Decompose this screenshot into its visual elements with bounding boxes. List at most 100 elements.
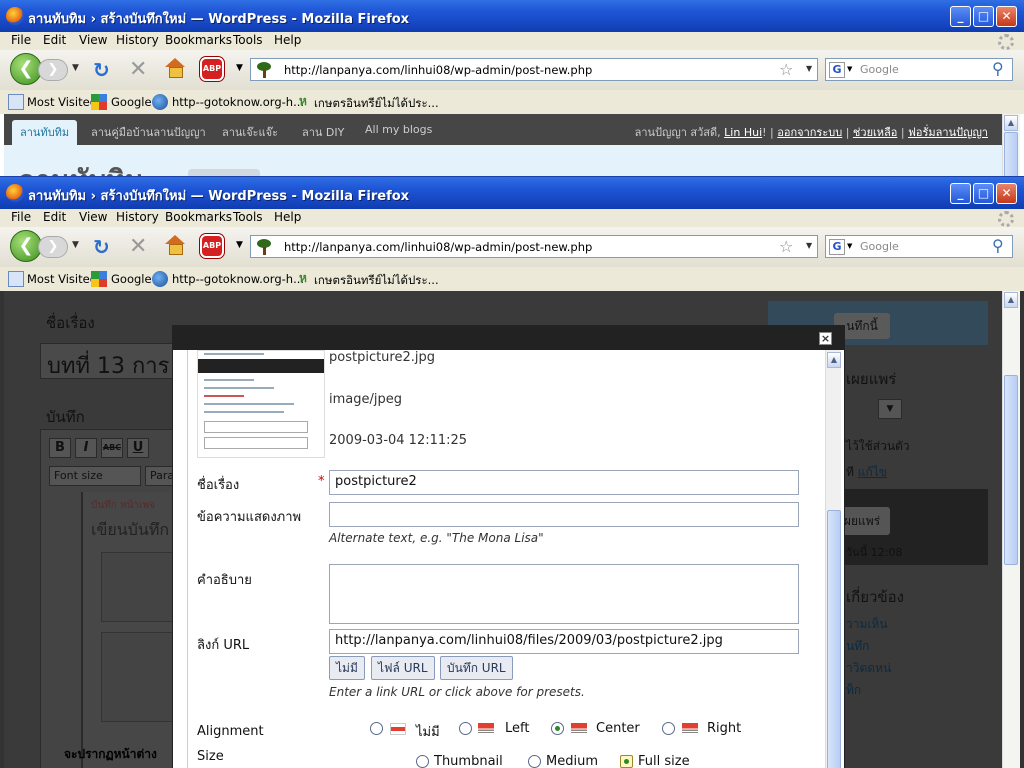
title-bar[interactable]: ลานทับทิม › สร้างบันทึกใหม่ — WordPress … xyxy=(0,0,1024,32)
blog-link-4[interactable]: All my blogs xyxy=(365,123,432,136)
title-bar[interactable]: ลานทับทิม › สร้างบันทึกใหม่ — WordPress … xyxy=(0,177,1024,209)
maximize-button[interactable]: □ xyxy=(973,6,994,27)
stop-icon[interactable]: ✕ xyxy=(129,57,147,82)
link-post-url-button[interactable]: บันทึก URL xyxy=(440,656,513,680)
blog-tab-active[interactable]: ลานทับทิม xyxy=(12,120,78,145)
bookmark-star-icon[interactable]: ☆ xyxy=(779,60,793,79)
dialog-scrollbar[interactable]: ▲ xyxy=(825,350,841,768)
maximize-button[interactable]: □ xyxy=(973,183,994,204)
scroll-thumb[interactable] xyxy=(1004,132,1018,180)
bookmark-google[interactable]: Google xyxy=(111,272,152,286)
bookmark-organic[interactable]: เกษตรอินทรีย์ไม่ได้ประ... xyxy=(314,272,439,290)
menu-history[interactable]: History xyxy=(116,33,159,47)
size-medium-label[interactable]: Medium xyxy=(546,754,598,768)
scroll-up-icon[interactable]: ▲ xyxy=(1004,115,1018,131)
logout-link[interactable]: ออกจากระบบ xyxy=(777,126,842,139)
page-scrollbar[interactable]: ▲ xyxy=(1002,114,1020,180)
description-textarea[interactable] xyxy=(329,564,799,624)
adblock-plus-icon[interactable]: ABP xyxy=(200,234,224,258)
align-none-radio[interactable] xyxy=(370,722,383,735)
menu-tools[interactable]: Tools xyxy=(233,33,263,47)
google-engine-icon[interactable]: G xyxy=(829,239,845,255)
menu-file[interactable]: File xyxy=(11,210,31,224)
minimize-button[interactable]: _ xyxy=(950,6,971,27)
search-box[interactable]: G ▼ Google ⚲ xyxy=(825,235,1013,258)
link-none-button[interactable]: ไม่มี xyxy=(329,656,365,680)
home-icon[interactable] xyxy=(165,235,185,255)
bookmark-gotoknow[interactable]: http--gotoknow.org-h... xyxy=(172,272,304,286)
scroll-up-icon[interactable]: ▲ xyxy=(827,352,841,368)
user-link[interactable]: Lin Hui xyxy=(724,126,762,139)
align-right-label[interactable]: Right xyxy=(707,721,741,736)
menu-edit[interactable]: Edit xyxy=(43,210,66,224)
menu-file[interactable]: File xyxy=(11,33,31,47)
close-button[interactable]: ✕ xyxy=(996,183,1017,204)
size-full-radio[interactable] xyxy=(620,755,633,768)
menu-bookmarks[interactable]: Bookmarks xyxy=(165,210,232,224)
search-icon[interactable]: ⚲ xyxy=(992,59,1004,78)
menu-view[interactable]: View xyxy=(79,33,107,47)
align-right-radio[interactable] xyxy=(662,722,675,735)
menu-history[interactable]: History xyxy=(116,210,159,224)
url-bar[interactable]: http://lanpanya.com/linhui08/wp-admin/po… xyxy=(250,58,818,81)
forum-link[interactable]: ฟอรั่มลานปัญญา xyxy=(908,126,988,139)
link-url-input[interactable]: http://lanpanya.com/linhui08/files/2009/… xyxy=(329,629,799,654)
adblock-plus-icon[interactable]: ABP xyxy=(200,57,224,81)
scroll-thumb[interactable] xyxy=(827,510,841,768)
reload-icon[interactable]: ↻ xyxy=(93,235,110,259)
google-engine-icon[interactable]: G xyxy=(829,62,845,78)
menu-edit[interactable]: Edit xyxy=(43,33,66,47)
scroll-thumb[interactable] xyxy=(1004,375,1018,565)
size-full-label[interactable]: Full size xyxy=(638,754,690,768)
engine-dropdown-icon[interactable]: ▼ xyxy=(847,242,852,250)
menu-help[interactable]: Help xyxy=(274,210,301,224)
adblock-dropdown-icon[interactable]: ▼ xyxy=(236,63,243,73)
size-medium-radio[interactable] xyxy=(528,755,541,768)
size-thumbnail-radio[interactable] xyxy=(416,755,429,768)
menu-view[interactable]: View xyxy=(79,210,107,224)
bookmark-most-visited[interactable]: Most Visited xyxy=(27,95,97,109)
blog-link-1[interactable]: ลานคู่มือบ้านลานปัญญา xyxy=(91,123,206,141)
title-input[interactable]: postpicture2 xyxy=(329,470,799,495)
align-center-radio[interactable] xyxy=(551,722,564,735)
align-none-label[interactable]: ไม่มี xyxy=(416,721,440,742)
link-file-url-button[interactable]: ไฟล์ URL xyxy=(371,656,435,680)
help-link[interactable]: ช่วยเหลือ xyxy=(853,126,897,139)
align-left-radio[interactable] xyxy=(459,722,472,735)
forward-button[interactable]: ❯ xyxy=(38,236,68,258)
url-dropdown-icon[interactable]: ▼ xyxy=(806,241,812,250)
alt-text-input[interactable] xyxy=(329,502,799,527)
adblock-dropdown-icon[interactable]: ▼ xyxy=(236,240,243,250)
close-icon[interactable]: × xyxy=(819,332,832,345)
url-bar[interactable]: http://lanpanya.com/linhui08/wp-admin/po… xyxy=(250,235,818,258)
menu-tools[interactable]: Tools xyxy=(233,210,263,224)
close-button[interactable]: ✕ xyxy=(996,6,1017,27)
history-dropdown-icon[interactable]: ▼ xyxy=(72,63,79,73)
strike-button: ABC xyxy=(101,438,123,458)
menu-bookmarks[interactable]: Bookmarks xyxy=(165,33,232,47)
search-box[interactable]: G ▼ Google ⚲ xyxy=(825,58,1013,81)
page-scrollbar[interactable]: ▲ xyxy=(1002,291,1020,768)
browser-window-back: ลานทับทิม › สร้างบันทึกใหม่ — WordPress … xyxy=(0,0,1024,180)
bookmark-most-visited[interactable]: Most Visited xyxy=(27,272,97,286)
size-thumbnail-label[interactable]: Thumbnail xyxy=(434,754,503,768)
align-left-label[interactable]: Left xyxy=(505,721,529,736)
forward-button[interactable]: ❯ xyxy=(38,59,68,81)
bookmark-gotoknow[interactable]: http--gotoknow.org-h... xyxy=(172,95,304,109)
align-center-label[interactable]: Center xyxy=(596,721,640,736)
url-dropdown-icon[interactable]: ▼ xyxy=(806,64,812,73)
search-icon[interactable]: ⚲ xyxy=(992,236,1004,255)
blog-link-2[interactable]: ลานเจ๊ะแจ๊ะ xyxy=(222,123,278,141)
engine-dropdown-icon[interactable]: ▼ xyxy=(847,65,852,73)
stop-icon[interactable]: ✕ xyxy=(129,234,147,259)
menu-help[interactable]: Help xyxy=(274,33,301,47)
bookmark-organic[interactable]: เกษตรอินทรีย์ไม่ได้ประ... xyxy=(314,95,439,113)
home-icon[interactable] xyxy=(165,58,185,78)
bookmark-google[interactable]: Google xyxy=(111,95,152,109)
bookmark-star-icon[interactable]: ☆ xyxy=(779,237,793,256)
minimize-button[interactable]: _ xyxy=(950,183,971,204)
scroll-up-icon[interactable]: ▲ xyxy=(1004,292,1018,308)
reload-icon[interactable]: ↻ xyxy=(93,58,110,82)
history-dropdown-icon[interactable]: ▼ xyxy=(72,240,79,250)
blog-link-3[interactable]: ลาน DIY xyxy=(302,123,344,141)
